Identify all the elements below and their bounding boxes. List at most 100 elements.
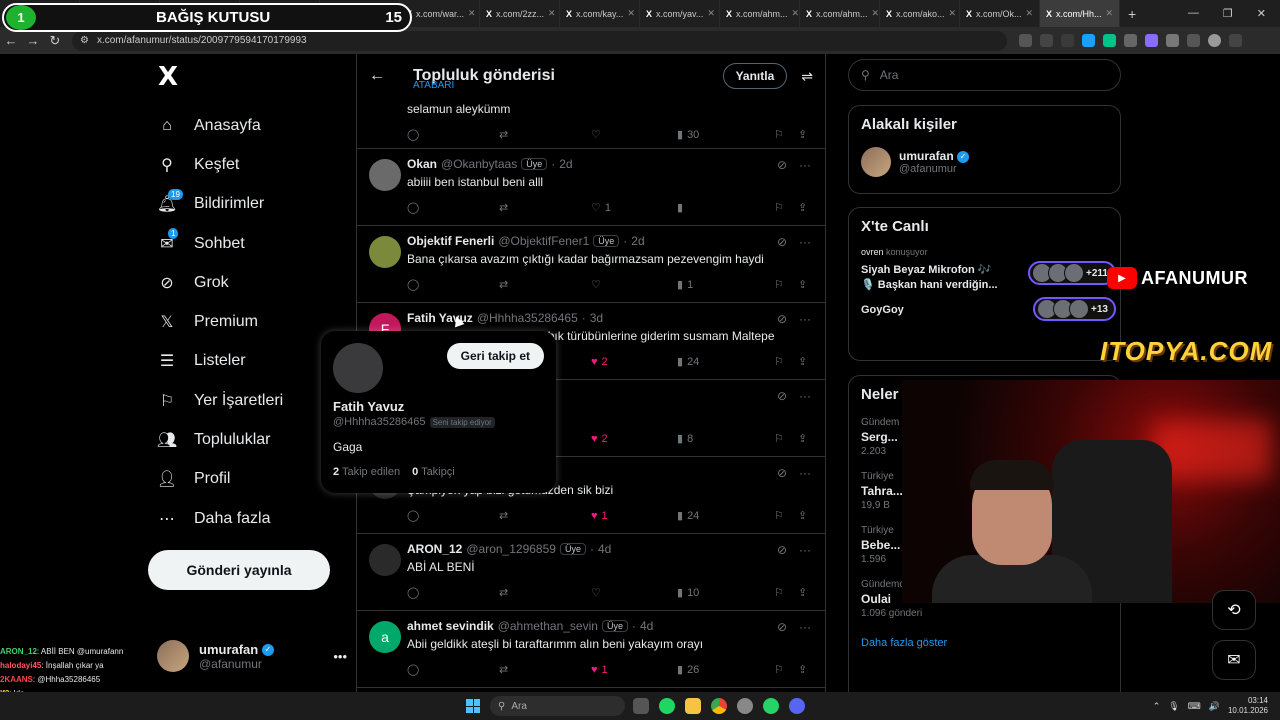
views-action[interactable]: ▮ [677,201,774,214]
browser-tab[interactable]: Xx.com/ahm... ✕ [720,0,800,27]
repost-action[interactable]: ⇄ [499,509,591,522]
profile-avatar-icon[interactable] [1208,34,1221,47]
post[interactable]: ⊘ ··· Okan @Okanbytaas Üye · 2d abiiii ben ista… [357,149,825,226]
nav-item-yer-i-şaretleri[interactable]: ⚐ Yer İşaretleri [148,381,348,420]
browser-tab[interactable]: Xx.com/kay... ✕ [560,0,640,27]
avatar[interactable] [369,236,401,268]
bookmark-icon[interactable]: ⚐ [774,355,798,368]
post[interactable]: ⊘ ··· ARON_12 @aron_1296859 Üye · 4d ABİ AL BEN… [357,534,825,611]
zoom-icon[interactable] [1040,34,1053,47]
browser-tab[interactable]: Xx.com/ahm... ✕ [800,0,880,27]
extension-icon[interactable] [1103,34,1116,47]
more-icon[interactable]: ··· [799,158,811,172]
views-action[interactable]: ▮ 30 [677,128,774,142]
account-switcher[interactable]: umurafan ✓ @afanumur ••• [157,640,347,672]
taskbar-search[interactable]: ⚲ Ara [490,696,625,716]
more-icon[interactable]: ··· [799,620,811,634]
nav-item-listeler[interactable]: ☰ Listeler [148,342,348,381]
post[interactable]: selamun aleykümm ◯ ⇄ ♡ ▮ 30 ⚐ ⇪ [357,102,825,149]
discord-icon[interactable] [789,698,805,714]
post-author-handle[interactable]: @aron_1296859 [466,542,556,556]
nav-item-keşfet[interactable]: ⚲ Keşfet [148,145,348,184]
tab-close-icon[interactable]: ✕ [792,8,799,19]
views-action[interactable]: ▮ 24 [677,509,774,523]
grok-icon[interactable]: ⊘ [777,466,787,480]
bookmark-icon[interactable]: ⚐ [774,432,798,445]
like-action[interactable]: ♥ 2 [591,432,677,445]
tab-close-icon[interactable]: ✕ [468,8,476,19]
browser-tab[interactable]: Xx.com/war...✕ [400,0,480,27]
post-author-name[interactable]: ARON_12 [407,542,462,556]
views-action[interactable]: ▮ 24 [677,355,774,369]
tab-close-icon[interactable]: ✕ [1026,8,1034,19]
reply-action[interactable]: ◯ [407,278,499,291]
new-tab-button[interactable]: + [1120,6,1144,22]
views-action[interactable]: ▮ 10 [677,586,774,600]
avatar[interactable] [369,544,401,576]
share-icon[interactable]: ⇪ [798,432,807,445]
filter-icon[interactable]: ⇌ [801,68,813,85]
reply-action[interactable]: ◯ [407,201,499,214]
extension-icon[interactable] [1124,34,1137,47]
views-action[interactable]: ▮ 8 [677,432,774,446]
post-author-handle[interactable]: @ObjektifFener1 [498,234,589,248]
mic-icon[interactable]: 🎙 [1168,701,1179,712]
hover-card-name[interactable]: Fatih Yavuz [333,399,544,414]
post-author-name[interactable]: Objektif Fenerli [407,234,494,248]
more-icon[interactable]: ··· [799,235,811,249]
live-space-1[interactable]: Siyah Beyaz Mikrofon 🎶 🎙️ Başkan hani ve… [861,261,1116,293]
bookmark-icon[interactable]: ⚐ [774,278,798,291]
site-info-icon[interactable]: ⚙ [80,35,89,46]
grok-fab-icon[interactable]: ⟲ [1212,590,1256,630]
avatar[interactable] [369,159,401,191]
repost-action[interactable]: ⇄ [499,586,591,599]
tab-close-icon[interactable]: ✕ [872,8,879,19]
like-action[interactable]: ♥ 1 [591,663,677,676]
spotify-icon[interactable] [659,698,675,714]
like-action[interactable]: ♡ [591,586,677,599]
post-author-handle[interactable]: @ahmethan_sevin [498,619,598,633]
star-icon[interactable] [1061,34,1074,47]
browser-tab[interactable]: Xx.com/2zz... ✕ [480,0,560,27]
minimize-icon[interactable]: — [1188,7,1199,20]
back-arrow-icon[interactable]: ← [369,67,399,85]
post-time[interactable]: 2d [631,234,644,248]
network-icon[interactable]: ⌨ [1188,701,1201,712]
post-time[interactable]: 4d [640,619,653,633]
like-action[interactable]: ♡ [591,128,677,141]
puzzle-icon[interactable] [1166,34,1179,47]
url-field[interactable]: ⚙ x.com/afanumur/status/2009779594170179… [72,30,1007,51]
like-action[interactable]: ♥ 1 [591,509,677,522]
tray-chevron-icon[interactable]: ⌃ [1153,701,1161,712]
nav-item-premium[interactable]: 𝕏 Premium [148,302,348,341]
grok-icon[interactable]: ⊘ [777,235,787,249]
chrome-icon[interactable] [711,698,727,714]
community-name[interactable]: ATABARI [413,80,454,91]
media-icon[interactable] [1187,34,1200,47]
views-action[interactable]: ▮ 1 [677,278,774,292]
share-icon[interactable]: ⇪ [798,201,807,214]
reply-action[interactable]: ◯ [407,663,499,676]
bookmark-icon[interactable]: ⚐ [774,128,798,141]
bookmark-icon[interactable]: ⚐ [774,201,798,214]
post-time[interactable]: 2d [559,157,572,171]
reply-action[interactable]: ◯ [407,586,499,599]
live-space-2[interactable]: GoyGoy +13 [861,297,1116,321]
post-time[interactable]: 3d [590,311,603,325]
more-icon[interactable]: ••• [333,649,347,664]
nav-item-bildirimler[interactable]: 🔔︎ 19 Bildirimler [148,185,348,224]
volume-icon[interactable]: 🔊 [1209,701,1220,712]
grok-icon[interactable]: ⊘ [777,389,787,403]
post-author-handle[interactable]: @Hhhha35286465 [477,311,578,325]
search-input[interactable]: ⚲ Ara [848,59,1121,91]
maximize-icon[interactable]: ❐ [1223,7,1233,20]
more-icon[interactable]: ··· [799,389,811,403]
start-icon[interactable] [466,699,480,713]
more-icon[interactable]: ··· [799,466,811,480]
nav-item-topluluklar[interactable]: 👥︎ Topluluklar [148,420,348,459]
share-icon[interactable]: ⇪ [798,509,807,522]
forward-icon[interactable]: → [22,33,44,48]
nav-item-grok[interactable]: ⊘ Grok [148,263,348,302]
nav-item-anasayfa[interactable]: ⌂ Anasayfa [148,106,348,145]
avatar[interactable]: a [369,621,401,653]
